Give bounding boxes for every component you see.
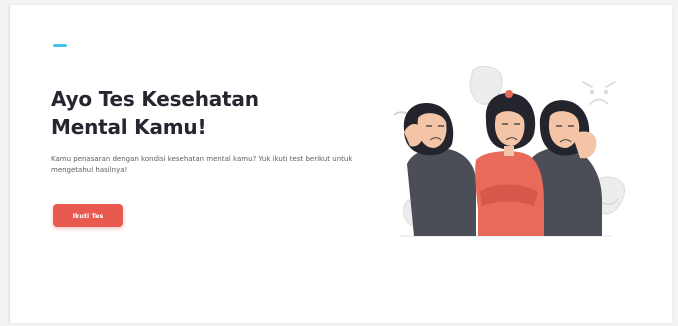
hero-description: Kamu penasaran dengan kondisi kesehatan … — [51, 155, 353, 174]
hero-heading: Ayo Tes Kesehatan Mental Kamu! — [51, 85, 331, 141]
hero-heading-line-2: Mental Kamu! — [51, 115, 207, 139]
middle-woman-figure — [475, 90, 544, 236]
brand-logo[interactable] — [53, 44, 67, 47]
start-test-button[interactable]: Ikuti Tes — [53, 204, 123, 227]
left-woman-figure — [403, 103, 476, 236]
hero-heading-line-1: Ayo Tes Kesehatan — [51, 87, 259, 111]
landing-page: Ayo Tes Kesehatan Mental Kamu! Kamu pena… — [9, 5, 672, 323]
angry-face-icon — [582, 81, 616, 105]
mental-health-illustration-icon — [393, 66, 625, 237]
